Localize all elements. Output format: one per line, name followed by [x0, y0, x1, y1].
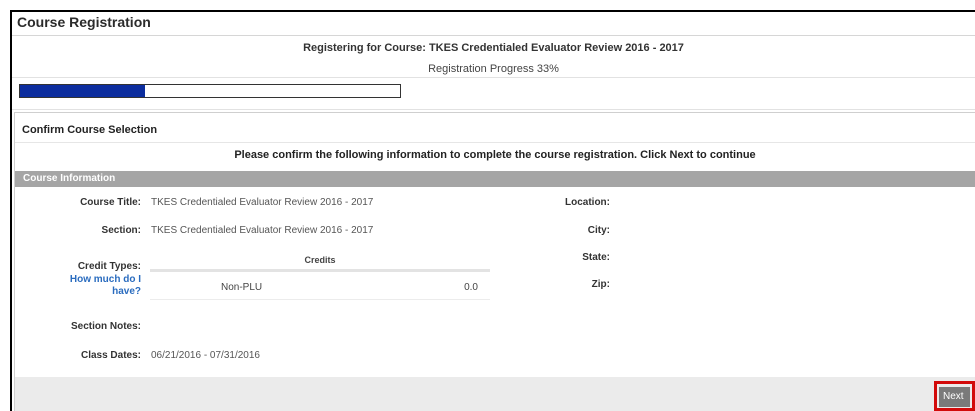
progress-label: Registration Progress 33%: [428, 63, 559, 75]
footer-bar: [15, 377, 975, 411]
section-label: Section:: [101, 225, 141, 236]
course-information-bar: Course Information: [15, 171, 975, 187]
next-button-highlight: Next: [934, 381, 975, 411]
section-value: TKES Credentialed Evaluator Review 2016 …: [151, 225, 374, 236]
city-label: City:: [587, 225, 610, 236]
location-label: Location:: [565, 197, 610, 208]
state-label: State:: [582, 252, 610, 263]
course-title-value: TKES Credentialed Evaluator Review 2016 …: [151, 197, 374, 208]
credits-divider: [150, 269, 490, 272]
course-title-label: Course Title:: [80, 197, 141, 208]
panel-title: Confirm Course Selection: [22, 124, 158, 136]
page-title: Course Registration: [17, 14, 151, 30]
divider: [15, 142, 975, 143]
credit-amount-cell: 0.0: [464, 282, 478, 293]
course-heading: Registering for Course: TKES Credentiale…: [303, 42, 684, 54]
how-much-link[interactable]: How much do I have?: [60, 274, 141, 298]
course-information-title: Course Information: [23, 173, 116, 184]
next-button[interactable]: Next: [939, 386, 970, 407]
divider: [12, 35, 975, 36]
zip-label: Zip:: [591, 279, 610, 290]
credit-types-label: Credit Types:: [77, 261, 141, 272]
divider: [12, 109, 975, 110]
class-dates-value: 06/21/2016 - 07/31/2016: [151, 350, 260, 361]
progress-bar-fill: [20, 85, 146, 97]
credits-header: Credits: [304, 255, 336, 265]
credit-type-cell: Non-PLU: [221, 282, 263, 293]
class-dates-label: Class Dates:: [80, 350, 141, 361]
registration-progress-bar: [19, 84, 401, 98]
confirm-instructions: Please confirm the following information…: [234, 149, 756, 161]
divider: [12, 77, 975, 78]
section-notes-label: Section Notes:: [70, 321, 141, 332]
credits-row-divider: [150, 299, 490, 300]
